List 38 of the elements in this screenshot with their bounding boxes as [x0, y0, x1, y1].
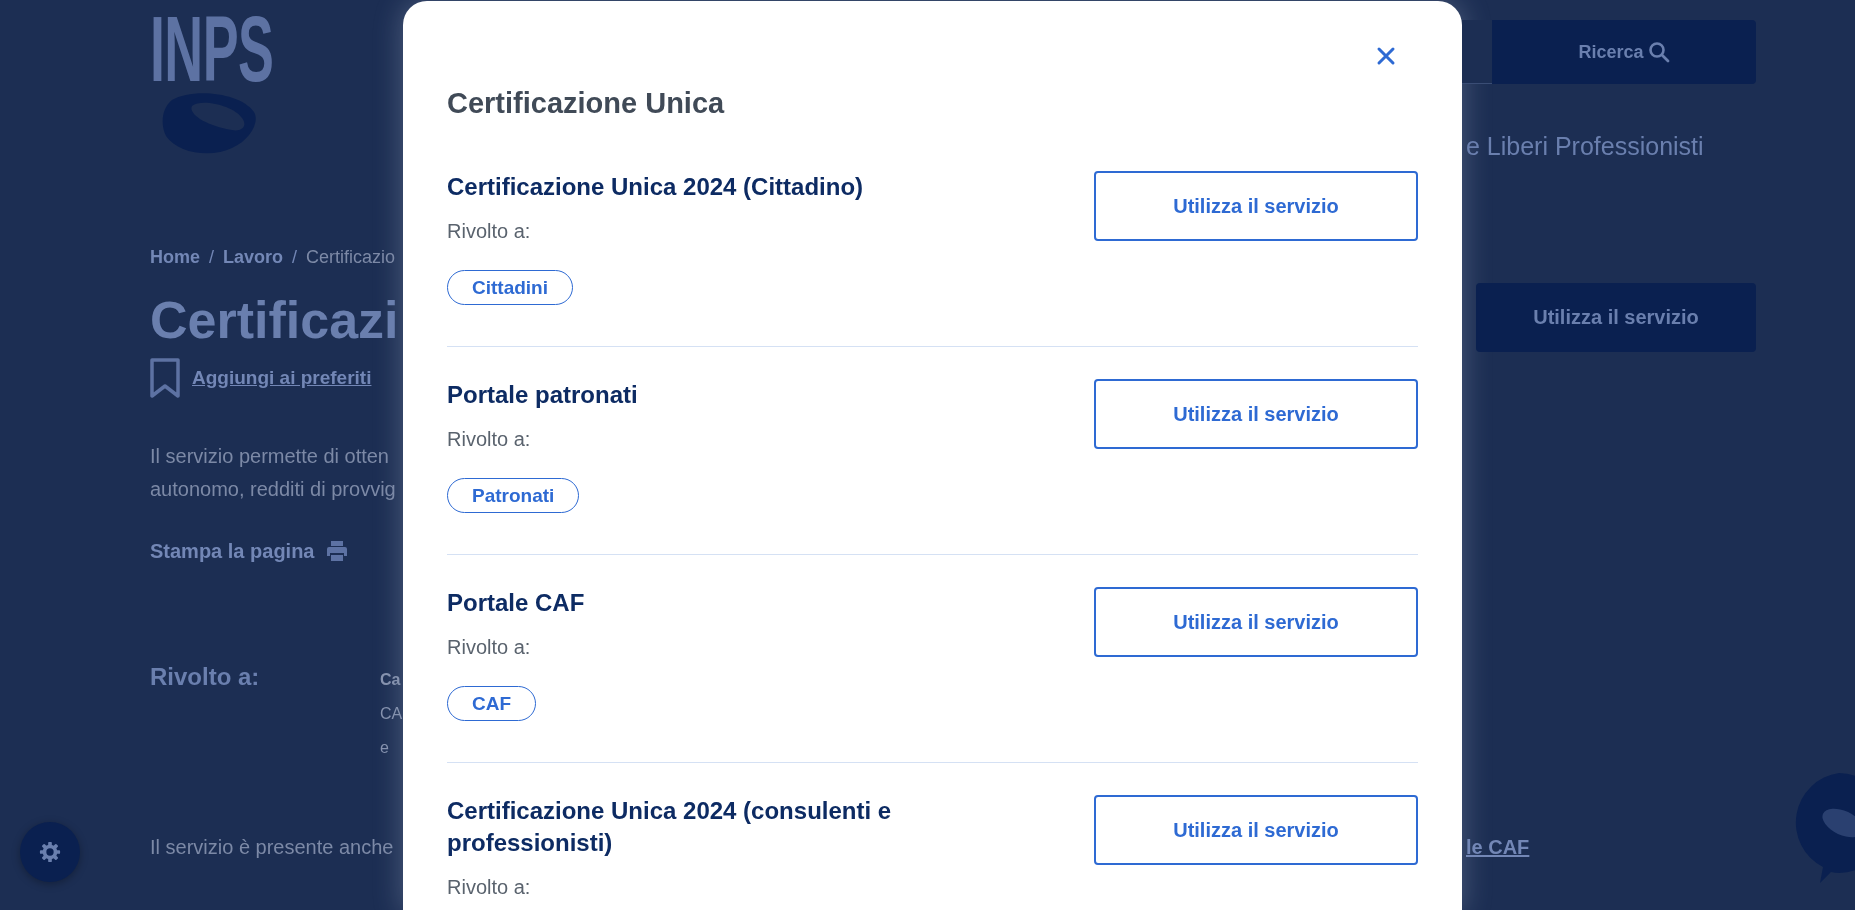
favorites-link[interactable]: Aggiungi ai preferiti [192, 367, 372, 390]
audience-label: Rivolto a: [447, 875, 531, 900]
audience-label: Rivolto a: [447, 427, 531, 452]
dialog-title: Certificazione Unica [447, 87, 726, 119]
search-icon [1647, 41, 1670, 63]
use-service-button[interactable]: Utilizza il servizio [1476, 283, 1756, 352]
page-title: Certificazi [150, 292, 399, 349]
search-button[interactable]: Ricerca [1492, 20, 1756, 84]
footer-link[interactable]: le CAF [1466, 834, 1530, 860]
service-title: Portale CAF [447, 588, 585, 618]
use-service-button[interactable]: Utilizza il servizio [1094, 587, 1418, 657]
intro-text: Il servizio permette di otten autonomo, redditi di provvig [150, 444, 396, 503]
bookmark-icon [150, 358, 180, 399]
audience-value: CA [380, 704, 403, 725]
audience-label: Rivolto a: [447, 635, 531, 660]
breadcrumb-current: Certificazio [306, 246, 396, 269]
breadcrumb-link[interactable]: Home [150, 246, 200, 269]
audience-heading: Rivolto a: [150, 662, 261, 693]
breadcrumb-separator: / [292, 246, 298, 269]
breadcrumb-separator: / [209, 246, 215, 269]
settings-button[interactable] [20, 822, 80, 882]
breadcrumb-link[interactable]: Lavoro [223, 246, 284, 269]
use-service-button[interactable]: Utilizza il servizio [1094, 795, 1418, 865]
service-title: Certificazione Unica 2024 (consulenti e professionisti) [447, 796, 893, 858]
footer-text: Il servizio è presente anche [150, 835, 394, 861]
audience-value: Ca [380, 670, 401, 691]
print-icon [325, 540, 348, 563]
settings-icon [39, 841, 61, 863]
use-service-button[interactable]: Utilizza il servizio [1094, 171, 1418, 241]
use-service-button[interactable]: Utilizza il servizio [1094, 379, 1418, 449]
close-icon [1376, 46, 1396, 66]
audience-value: e [380, 738, 389, 759]
print-link[interactable]: Stampa la pagina [150, 539, 348, 564]
service-title: Portale patronati [447, 380, 638, 410]
logo-wordmark: INPS [150, 10, 274, 89]
service-title: Certificazione Unica 2024 (Cittadino) [447, 172, 864, 202]
audience-label: Rivolto a: [447, 219, 531, 244]
header-text: e Liberi Professionisti [1466, 131, 1704, 162]
